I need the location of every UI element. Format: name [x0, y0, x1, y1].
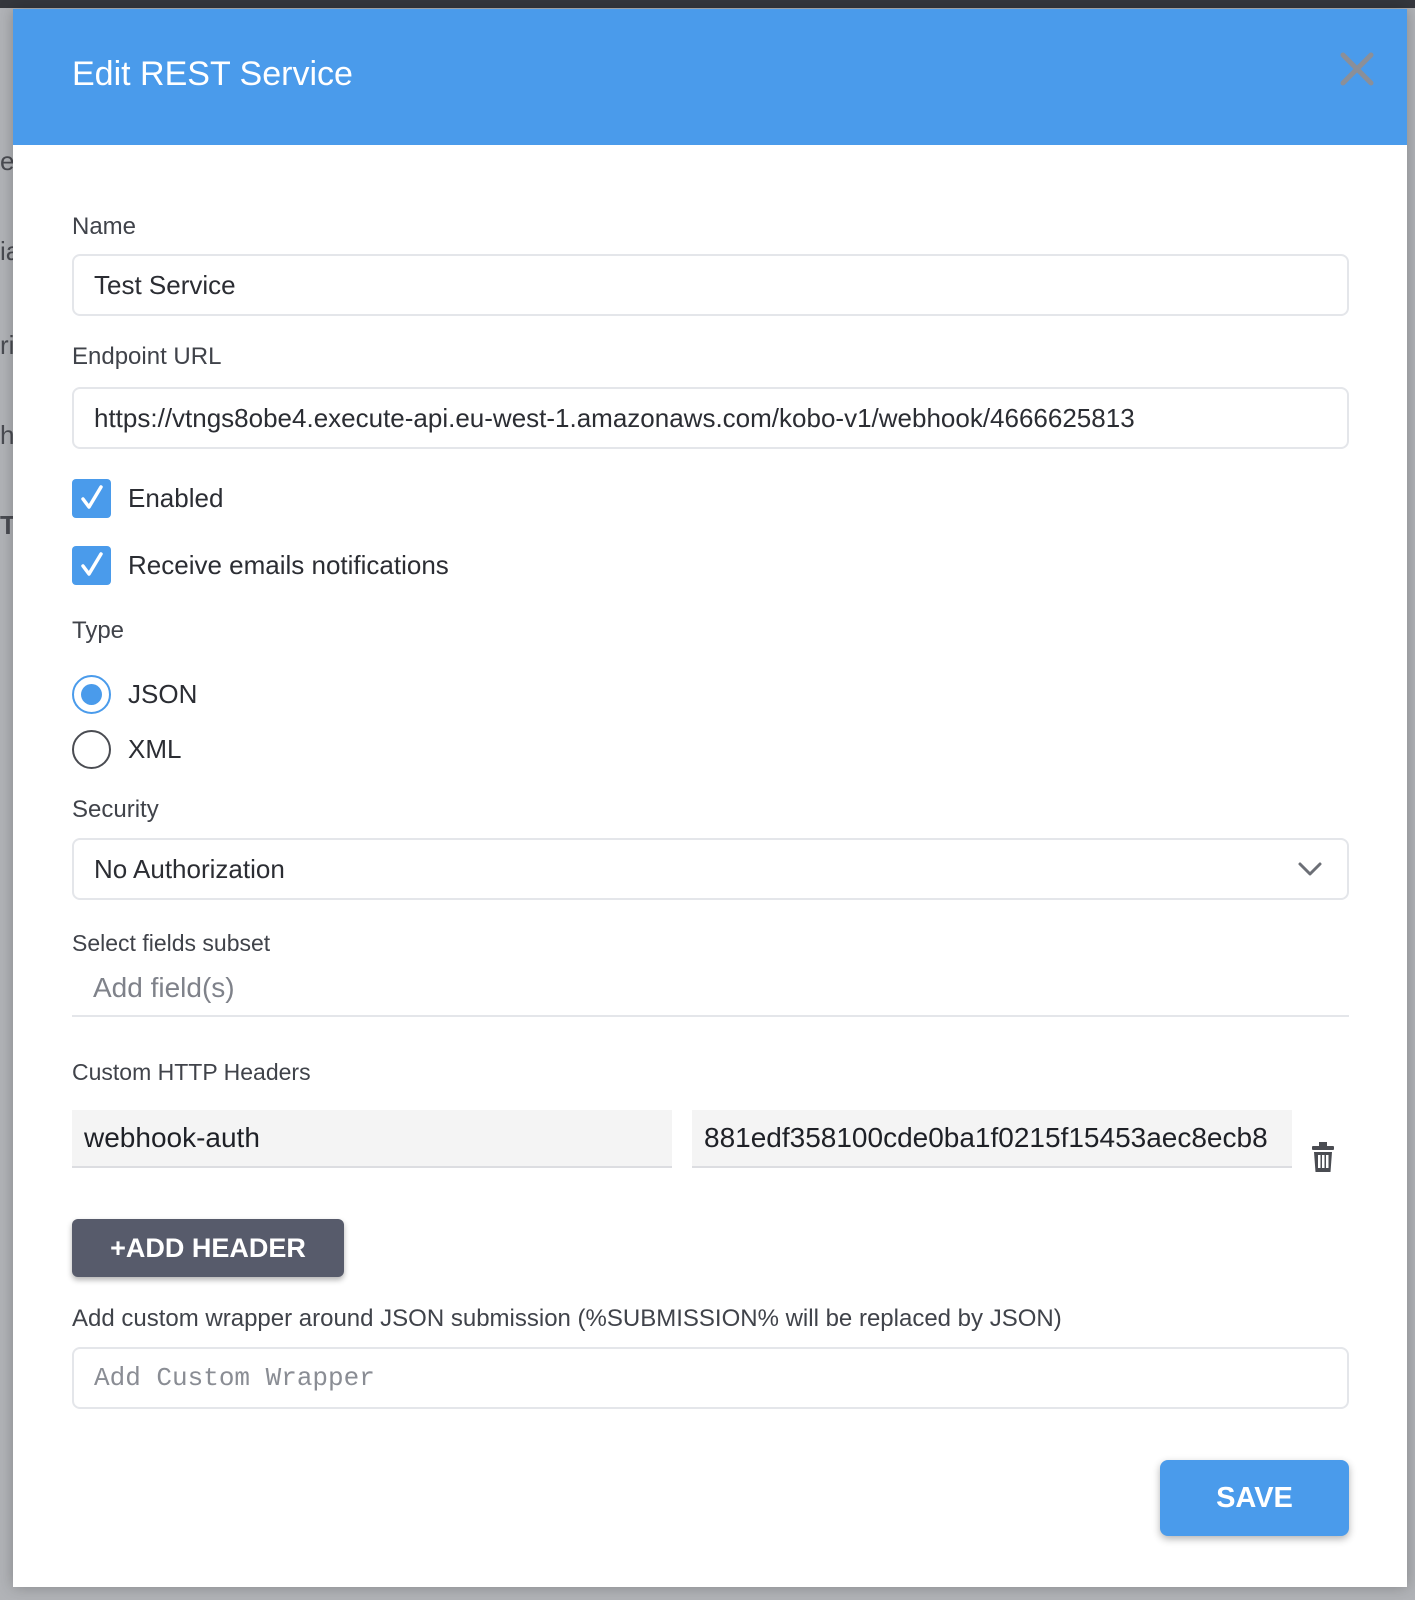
checkmark-icon	[80, 485, 103, 509]
endpoint-url-label: Endpoint URL	[72, 343, 222, 370]
xml-radio[interactable]	[72, 729, 111, 769]
security-select-value: No Authorization	[94, 854, 285, 884]
email-notifications-label: Receive emails notifications	[128, 549, 449, 580]
background-text: T	[0, 510, 14, 540]
type-option-json[interactable]: JSON	[72, 674, 197, 714]
custom-headers-label: Custom HTTP Headers	[72, 1059, 311, 1085]
header-name-input[interactable]: webhook-auth	[72, 1110, 672, 1168]
json-radio[interactable]	[72, 674, 111, 714]
custom-wrapper-label: Add custom wrapper around JSON submissio…	[72, 1305, 1062, 1332]
json-radio-label: JSON	[128, 678, 198, 709]
delete-header-button[interactable]	[1310, 1141, 1336, 1173]
edit-rest-service-modal: Edit REST Service Name Test Service Endp…	[13, 9, 1407, 1587]
type-label: Type	[72, 617, 125, 644]
save-button[interactable]: SAVE	[1160, 1460, 1349, 1536]
radio-selected-dot	[81, 683, 102, 705]
name-input[interactable]: Test Service	[72, 254, 1349, 316]
close-button[interactable]	[1337, 49, 1377, 89]
chevron-down-icon	[1298, 862, 1322, 876]
security-label: Security	[72, 796, 159, 823]
email-notifications-checkbox[interactable]	[72, 545, 111, 585]
add-header-button[interactable]: +ADD HEADER	[72, 1219, 344, 1277]
email-notifications-checkbox-row[interactable]: Receive emails notifications	[72, 545, 449, 585]
custom-wrapper-input[interactable]	[72, 1347, 1349, 1409]
background-text: ia	[0, 236, 14, 266]
name-label: Name	[72, 213, 137, 240]
endpoint-url-input[interactable]: https://vtngs8obe4.execute-api.eu-west-1…	[72, 387, 1349, 449]
background-text: h	[0, 420, 14, 450]
close-icon	[1340, 52, 1374, 86]
header-value-input[interactable]: 881edf358100cde0ba1f0215f15453aec8ecb8	[692, 1110, 1292, 1168]
modal-title: Edit REST Service	[72, 55, 353, 93]
app-top-bar	[0, 0, 1415, 8]
background-text: ri	[0, 330, 14, 360]
fields-subset-input[interactable]: Add field(s)	[72, 963, 1349, 1017]
security-select[interactable]: No Authorization	[72, 838, 1349, 900]
enabled-label: Enabled	[128, 482, 224, 513]
enabled-checkbox[interactable]	[72, 478, 111, 518]
trash-icon	[1312, 1142, 1334, 1172]
checkmark-icon	[80, 552, 103, 576]
modal-header: Edit REST Service	[13, 9, 1407, 145]
type-option-xml[interactable]: XML	[72, 729, 181, 769]
fields-subset-label: Select fields subset	[72, 930, 271, 956]
xml-radio-label: XML	[128, 733, 182, 764]
background-text: e	[0, 146, 14, 176]
enabled-checkbox-row[interactable]: Enabled	[72, 478, 223, 518]
